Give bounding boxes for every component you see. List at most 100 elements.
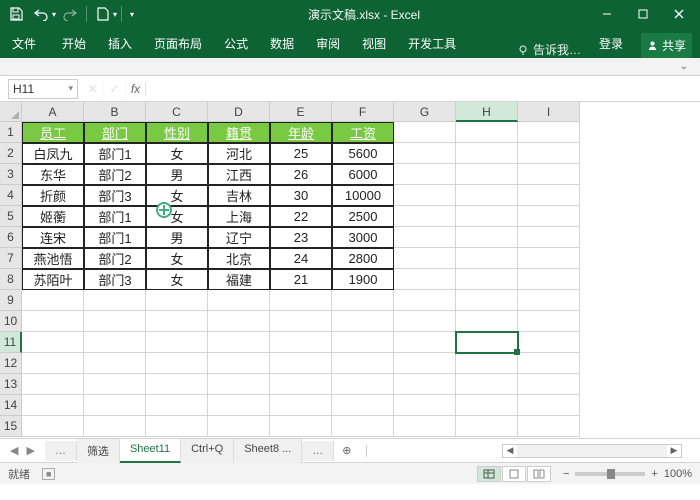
tab-file[interactable]: 文件: [8, 29, 44, 58]
zoom-slider[interactable]: [575, 472, 645, 476]
table-cell[interactable]: 2800: [332, 248, 394, 269]
table-cell[interactable]: 燕池悟: [22, 248, 84, 269]
column-header-C[interactable]: C: [146, 102, 208, 122]
table-cell[interactable]: 女: [146, 269, 208, 290]
horizontal-scrollbar[interactable]: ◀ ▶: [502, 444, 682, 458]
sheet-tab[interactable]: 筛选: [77, 439, 120, 463]
macro-record-icon[interactable]: ■: [42, 468, 55, 480]
cell[interactable]: [456, 290, 518, 311]
tab-view[interactable]: 视图: [358, 29, 390, 58]
table-cell[interactable]: 部门2: [84, 164, 146, 185]
cell[interactable]: [518, 122, 580, 143]
cell[interactable]: [332, 290, 394, 311]
table-cell[interactable]: 男: [146, 227, 208, 248]
cell[interactable]: [208, 332, 270, 353]
cell[interactable]: [518, 269, 580, 290]
cell[interactable]: [332, 416, 394, 437]
cell[interactable]: [394, 269, 456, 290]
table-cell[interactable]: 姬蘅: [22, 206, 84, 227]
table-header[interactable]: 工资: [332, 122, 394, 143]
cell[interactable]: [394, 248, 456, 269]
sheet-tab-more-left[interactable]: …: [45, 441, 77, 461]
table-cell[interactable]: 女: [146, 143, 208, 164]
table-cell[interactable]: 福建: [208, 269, 270, 290]
cell[interactable]: [518, 374, 580, 395]
table-header[interactable]: 年龄: [270, 122, 332, 143]
cell[interactable]: [518, 185, 580, 206]
hscroll-right-icon[interactable]: ▶: [667, 445, 681, 456]
cell[interactable]: [394, 395, 456, 416]
cell[interactable]: [270, 416, 332, 437]
table-header[interactable]: 员工: [22, 122, 84, 143]
table-cell[interactable]: 21: [270, 269, 332, 290]
cell[interactable]: [208, 311, 270, 332]
cell[interactable]: [22, 353, 84, 374]
cell[interactable]: [456, 395, 518, 416]
cell[interactable]: [22, 290, 84, 311]
row-header-9[interactable]: 9: [0, 290, 22, 311]
row-header-11[interactable]: 11: [0, 332, 22, 353]
cell[interactable]: [146, 332, 208, 353]
formula-input[interactable]: [150, 79, 700, 99]
table-cell[interactable]: 26: [270, 164, 332, 185]
cell[interactable]: [518, 332, 580, 353]
cell[interactable]: [84, 374, 146, 395]
tab-data[interactable]: 数据: [266, 29, 298, 58]
table-cell[interactable]: 1900: [332, 269, 394, 290]
tell-me[interactable]: 告诉我…: [517, 41, 581, 58]
table-cell[interactable]: 折颜: [22, 185, 84, 206]
row-header-4[interactable]: 4: [0, 185, 22, 206]
cell[interactable]: [84, 395, 146, 416]
cell[interactable]: [456, 269, 518, 290]
row-header-6[interactable]: 6: [0, 227, 22, 248]
table-cell[interactable]: 上海: [208, 206, 270, 227]
row-header-8[interactable]: 8: [0, 269, 22, 290]
cell[interactable]: [394, 122, 456, 143]
sheet-tab[interactable]: Sheet11: [120, 439, 181, 463]
table-cell[interactable]: 10000: [332, 185, 394, 206]
undo-button[interactable]: [30, 2, 54, 26]
cell[interactable]: [84, 416, 146, 437]
cell[interactable]: [270, 374, 332, 395]
cell[interactable]: [270, 290, 332, 311]
cell[interactable]: [270, 311, 332, 332]
table-cell[interactable]: 3000: [332, 227, 394, 248]
cell[interactable]: [394, 374, 456, 395]
cell[interactable]: [394, 206, 456, 227]
table-cell[interactable]: 男: [146, 164, 208, 185]
column-header-D[interactable]: D: [208, 102, 270, 122]
cell[interactable]: [146, 395, 208, 416]
cell[interactable]: [332, 311, 394, 332]
cell[interactable]: [84, 290, 146, 311]
row-header-3[interactable]: 3: [0, 164, 22, 185]
cell[interactable]: [84, 353, 146, 374]
table-cell[interactable]: 江西: [208, 164, 270, 185]
row-header-2[interactable]: 2: [0, 143, 22, 164]
cell[interactable]: [146, 290, 208, 311]
row-header-12[interactable]: 12: [0, 353, 22, 374]
cell[interactable]: [208, 416, 270, 437]
cell[interactable]: [456, 206, 518, 227]
cell[interactable]: [332, 353, 394, 374]
view-normal-button[interactable]: [477, 466, 501, 482]
table-cell[interactable]: 部门3: [84, 185, 146, 206]
table-cell[interactable]: 北京: [208, 248, 270, 269]
cell[interactable]: [518, 311, 580, 332]
cell[interactable]: [394, 353, 456, 374]
table-cell[interactable]: 苏陌叶: [22, 269, 84, 290]
table-header[interactable]: 部门: [84, 122, 146, 143]
cell[interactable]: [146, 416, 208, 437]
cell[interactable]: [518, 227, 580, 248]
column-header-H[interactable]: H: [456, 102, 518, 122]
table-cell[interactable]: 部门3: [84, 269, 146, 290]
cell[interactable]: [208, 353, 270, 374]
table-cell[interactable]: 女: [146, 206, 208, 227]
cell[interactable]: [332, 395, 394, 416]
table-cell[interactable]: 白凤九: [22, 143, 84, 164]
cell[interactable]: [518, 290, 580, 311]
cell[interactable]: [394, 332, 456, 353]
cell[interactable]: [270, 395, 332, 416]
fx-confirm-icon[interactable]: ✓: [104, 79, 126, 99]
table-cell[interactable]: 部门1: [84, 227, 146, 248]
row-header-1[interactable]: 1: [0, 122, 22, 143]
